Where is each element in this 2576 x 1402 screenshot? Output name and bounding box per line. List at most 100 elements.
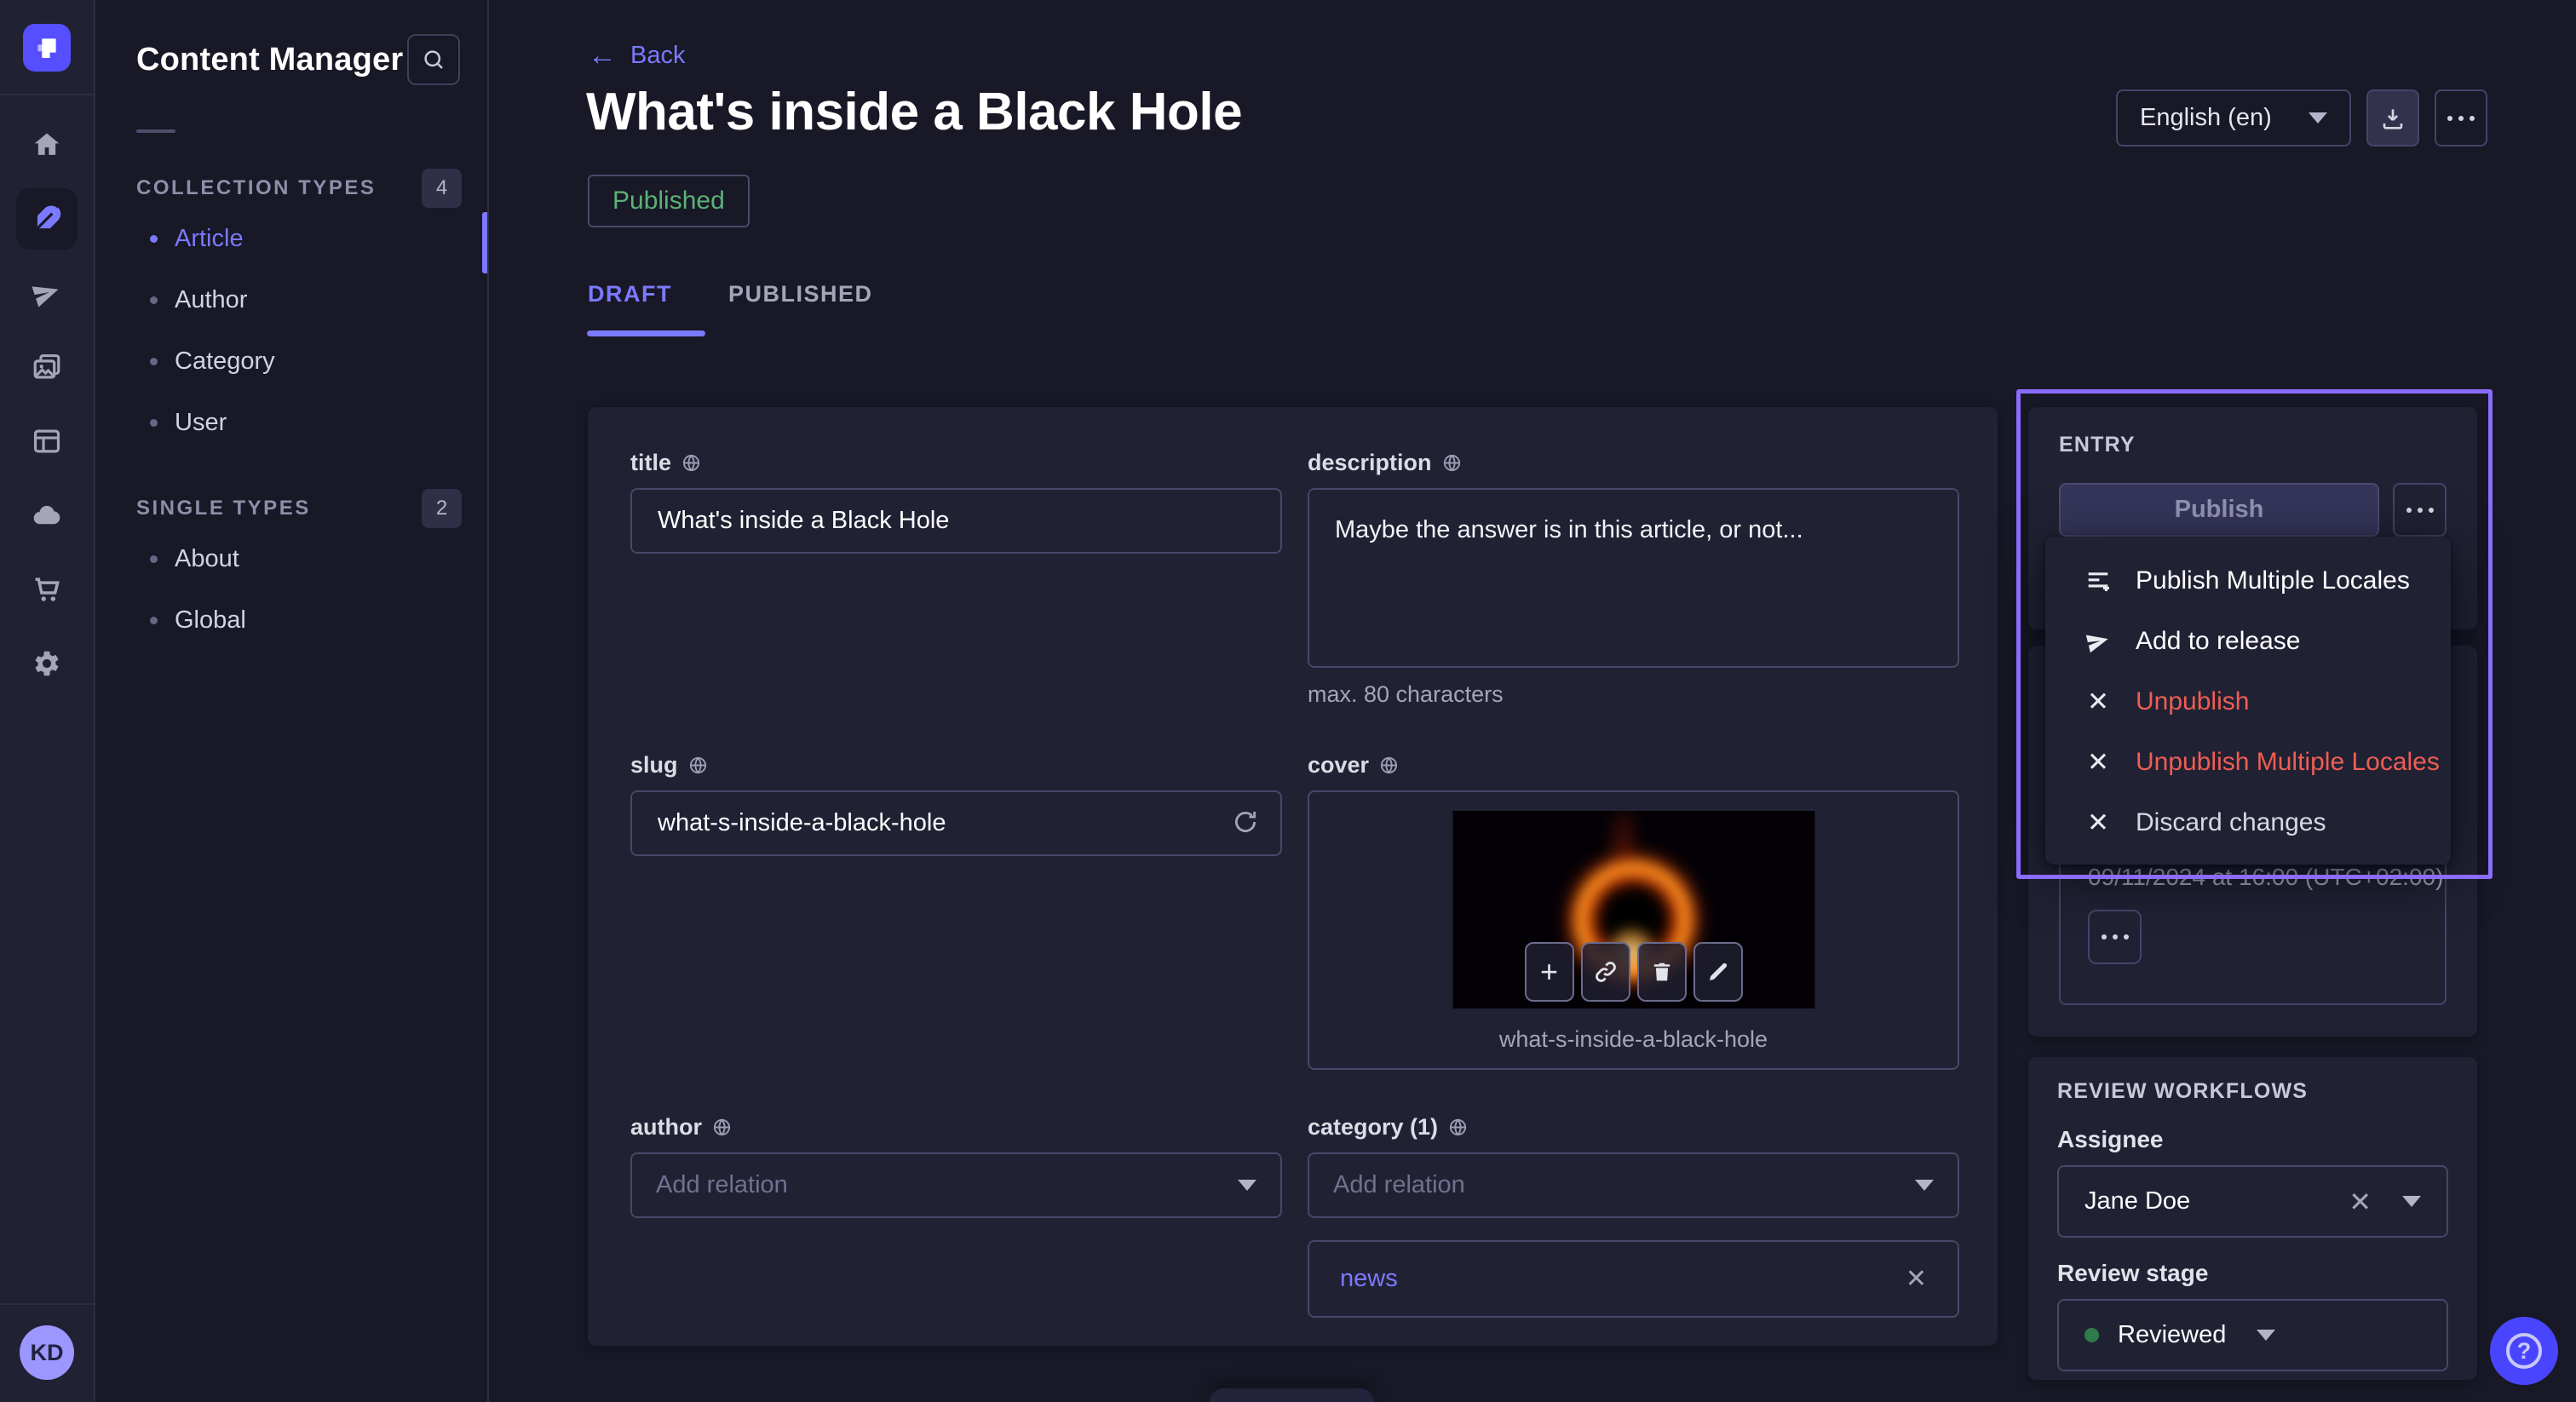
settings-gear-icon[interactable] (16, 633, 78, 694)
slug-label: slug (630, 752, 678, 779)
globe-icon (712, 1118, 732, 1137)
main-content: ← Back What's inside a Black Hole Publis… (491, 0, 2576, 1402)
title-input[interactable] (630, 488, 1282, 554)
pencil-icon (1705, 959, 1731, 985)
sidebar-item-author[interactable]: Author (97, 269, 487, 330)
cover-actions: + (1525, 942, 1743, 1002)
assignee-select[interactable]: Jane Doe ✕ (2057, 1165, 2448, 1238)
plus-icon: + (1540, 954, 1558, 990)
tab-draft[interactable]: DRAFT (588, 281, 672, 307)
review-heading: REVIEW WORKFLOWS (2057, 1079, 2448, 1104)
globe-icon (688, 756, 708, 775)
author-relation-select[interactable]: Add relation (630, 1152, 1282, 1218)
field-author: author Add relation (630, 1114, 1282, 1318)
marketplace-cart-icon[interactable] (16, 559, 78, 620)
bullet-icon (150, 358, 158, 365)
media-library-icon[interactable] (16, 336, 78, 398)
field-category: category (1) Add relation news ✕ (1308, 1114, 1959, 1318)
description-textarea[interactable]: Maybe the answer is in this article, or … (1308, 488, 1959, 668)
version-tabs: DRAFT PUBLISHED (588, 281, 873, 307)
download-button[interactable] (2366, 89, 2419, 147)
menu-item-add-to-release[interactable]: Add to release (2045, 611, 2451, 671)
slug-input[interactable] (630, 790, 1282, 856)
publish-button[interactable]: Publish (2059, 483, 2379, 537)
entry-more-button[interactable] (2393, 483, 2447, 537)
bullet-icon (150, 235, 158, 243)
clear-assignee-icon[interactable]: ✕ (2349, 1186, 2372, 1218)
globe-icon (1379, 756, 1399, 775)
download-icon (2379, 105, 2406, 132)
cover-media-card: + (1308, 790, 1959, 1070)
main-nav-rail: KD (0, 0, 95, 1402)
strapi-content-manager: { "colors": { "primary": "#7b79ff", "pri… (0, 0, 2576, 1402)
menu-item-unpublish[interactable]: ✕ Unpublish (2045, 671, 2451, 732)
sidebar-item-about[interactable]: About (97, 528, 487, 589)
trash-icon (1649, 959, 1675, 985)
regenerate-icon[interactable] (1231, 807, 1260, 836)
user-avatar[interactable]: KD (20, 1325, 74, 1380)
author-label: author (630, 1114, 702, 1141)
cover-filename: what-s-inside-a-black-hole (1309, 1026, 1958, 1053)
relation-news-link[interactable]: news (1340, 1265, 1398, 1293)
active-item-indicator (482, 212, 487, 273)
content-manager-icon[interactable] (16, 188, 78, 250)
globe-icon (681, 453, 701, 473)
copy-link-button[interactable] (1581, 942, 1630, 1002)
sidebar-item-article[interactable]: Article (97, 208, 487, 269)
cloud-deploy-icon[interactable] (16, 485, 78, 546)
category-relation-item: news ✕ (1308, 1240, 1959, 1318)
sidebar-item-global[interactable]: Global (97, 589, 487, 651)
strapi-logo[interactable] (23, 24, 71, 72)
title-label: title (630, 450, 671, 476)
rail-bottom-divider (0, 1303, 95, 1305)
delete-media-button[interactable] (1637, 942, 1687, 1002)
subnav-title: Content Manager (136, 42, 403, 78)
bullet-icon (150, 617, 158, 624)
header-more-button[interactable] (2435, 89, 2487, 147)
globe-icon (1448, 1118, 1468, 1137)
bullet-icon (150, 555, 158, 563)
cross-icon: ✕ (2083, 687, 2113, 717)
search-button[interactable] (407, 34, 460, 85)
section-collection-types: COLLECTION TYPES (136, 176, 376, 200)
back-arrow-icon: ← (588, 41, 617, 70)
link-icon (1593, 959, 1619, 985)
menu-item-unpublish-multiple-locales[interactable]: ✕ Unpublish Multiple Locales (2045, 732, 2451, 792)
ellipsis-icon (2102, 934, 2129, 939)
page-title: What's inside a Black Hole (586, 82, 1242, 142)
ellipsis-icon (2447, 116, 2475, 121)
add-media-button[interactable]: + (1525, 942, 1574, 1002)
collection-types-count: 4 (422, 169, 462, 208)
locale-select[interactable]: English (en) (2116, 89, 2351, 147)
ellipsis-icon (2406, 508, 2434, 513)
content-type-builder-icon[interactable] (16, 411, 78, 472)
menu-item-publish-multiple-locales[interactable]: Publish Multiple Locales (2045, 550, 2451, 611)
releases-icon[interactable] (16, 262, 78, 324)
active-tab-underline (587, 330, 705, 336)
field-cover: cover + (1308, 752, 1959, 1070)
review-workflows-panel: REVIEW WORKFLOWS Assignee Jane Doe ✕ Rev… (2028, 1057, 2477, 1380)
single-types-count: 2 (422, 489, 462, 528)
category-label: category (1) (1308, 1114, 1438, 1141)
release-more-button[interactable] (2088, 910, 2142, 964)
home-icon[interactable] (16, 114, 78, 175)
globe-icon (1442, 453, 1462, 473)
back-link[interactable]: ← Back (588, 41, 685, 70)
question-mark-icon: ? (2506, 1333, 2542, 1369)
edit-media-button[interactable] (1693, 942, 1743, 1002)
field-description: description Maybe the answer is in this … (1308, 450, 1959, 708)
chevron-down-icon (1915, 1180, 1934, 1191)
bullet-icon (150, 296, 158, 304)
cover-label: cover (1308, 752, 1369, 779)
sidebar-item-user[interactable]: User (97, 392, 487, 453)
category-relation-select[interactable]: Add relation (1308, 1152, 1959, 1218)
menu-item-discard-changes[interactable]: ✕ Discard changes (2045, 792, 2451, 853)
tab-published[interactable]: PUBLISHED (728, 281, 873, 307)
sidebar-item-category[interactable]: Category (97, 330, 487, 392)
remove-relation-icon[interactable]: ✕ (1906, 1264, 1927, 1294)
review-stage-select[interactable]: Reviewed (2057, 1299, 2448, 1371)
description-hint: max. 80 characters (1308, 681, 1959, 708)
section-single-types: SINGLE TYPES (136, 497, 311, 520)
help-button[interactable]: ? (2490, 1317, 2558, 1385)
rail-divider (0, 94, 95, 95)
